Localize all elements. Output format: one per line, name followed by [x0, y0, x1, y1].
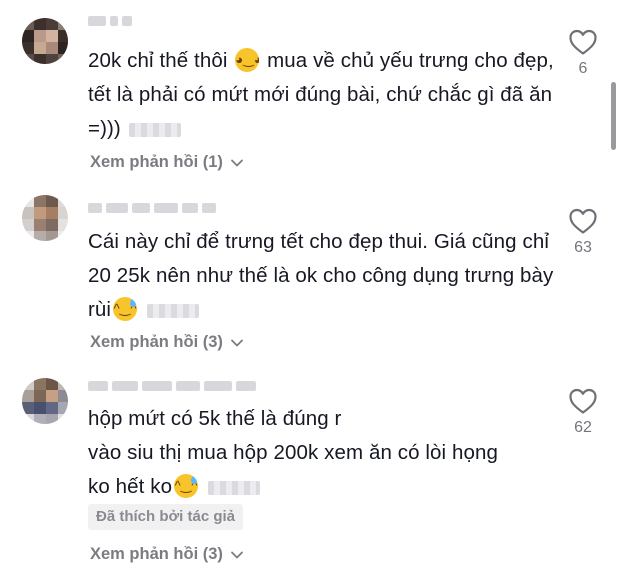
username-redacted[interactable] [88, 201, 216, 215]
liked-by-creator-badge: Đã thích bởi tác giả [88, 504, 244, 530]
username-redacted[interactable] [88, 14, 132, 28]
view-replies-button[interactable]: Xem phản hồi (1) [90, 153, 245, 172]
chevron-down-icon [231, 551, 243, 558]
redacted-tag [147, 303, 200, 318]
like-count: 63 [574, 239, 592, 256]
chevron-down-icon [231, 339, 243, 346]
comment-text: hộp mứt có 5k thế là đúng r vào siu thị … [88, 407, 498, 498]
like-count: 62 [574, 419, 592, 436]
like-button[interactable]: 63 [566, 207, 600, 257]
scrollbar-thumb[interactable] [611, 82, 616, 150]
like-count: 6 [578, 60, 588, 77]
like-button[interactable]: 6 [566, 28, 600, 78]
avatar[interactable] [22, 18, 68, 64]
redacted-tag [128, 122, 181, 137]
like-button[interactable]: 62 [566, 387, 600, 437]
avatar[interactable] [22, 195, 68, 241]
username-redacted[interactable] [88, 379, 256, 393]
view-replies-button[interactable]: Xem phản hồi (3) [90, 333, 245, 352]
sweat-smile-emoji-icon: ^‿^ [174, 474, 199, 498]
sweat-smile-emoji-icon: ^‿^ [113, 297, 138, 321]
comment-text: 20k chỉ thế thôi ◕‿◕ mua về chủ yếu trưn… [88, 48, 554, 140]
rofl-emoji-icon: ◕‿◕ [235, 48, 260, 72]
chevron-down-icon [231, 159, 243, 166]
heart-outline-icon [569, 208, 597, 234]
avatar[interactable] [22, 378, 68, 424]
comment-text: Cái này chỉ để trưng tết cho đẹp thui. G… [88, 230, 554, 321]
heart-outline-icon [569, 29, 597, 55]
heart-outline-icon [569, 388, 597, 414]
redacted-tag [208, 480, 261, 495]
view-replies-button[interactable]: Xem phản hồi (3) [90, 545, 245, 564]
